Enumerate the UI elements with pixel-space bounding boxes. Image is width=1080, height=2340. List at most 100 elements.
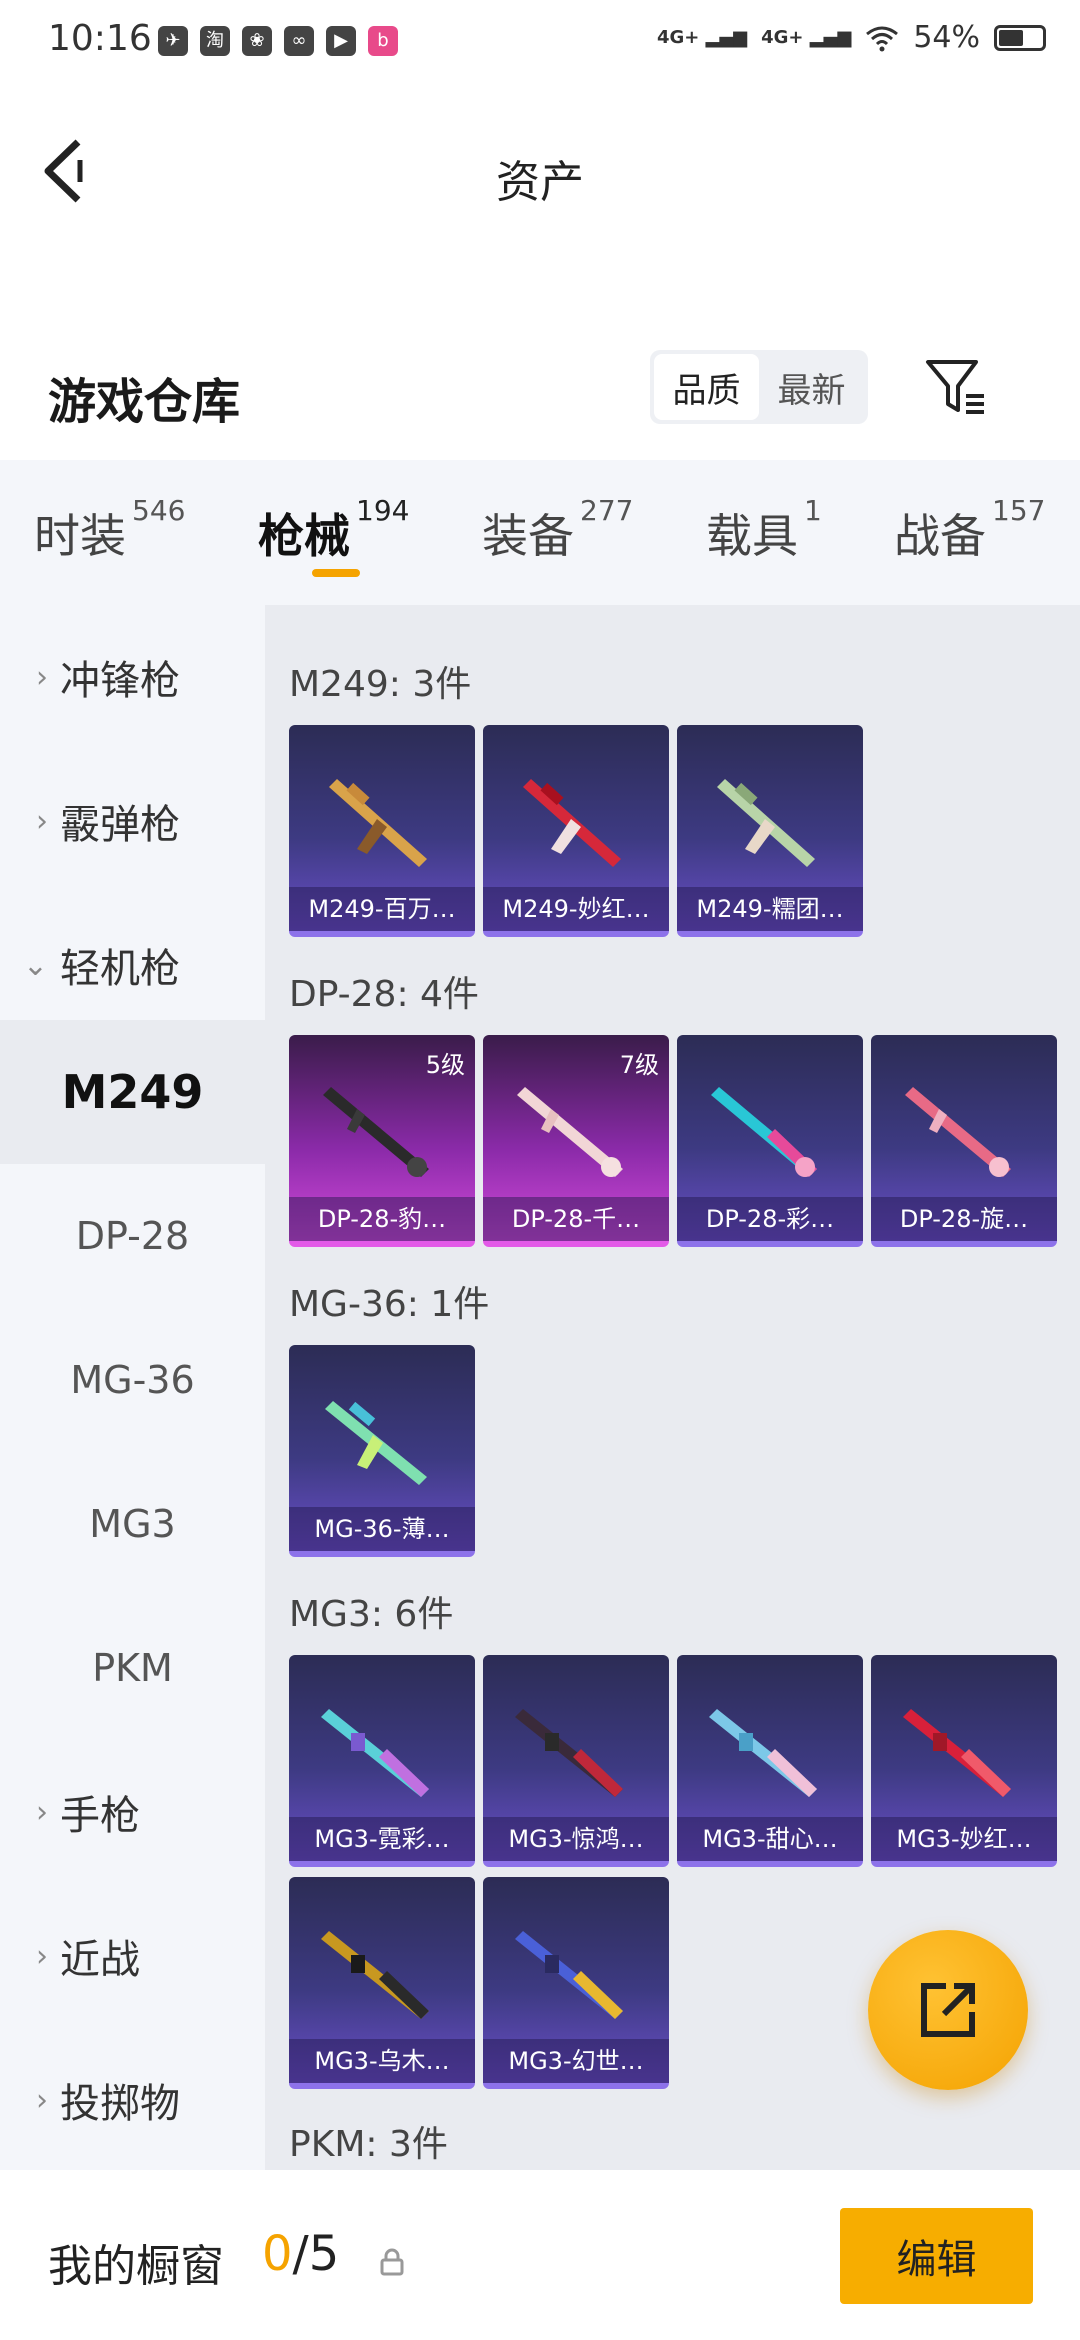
gun-skin-image	[711, 1087, 817, 1177]
item-card[interactable]: 5级 DP-28-豹…	[289, 1035, 475, 1247]
gun-skin-image	[517, 1087, 623, 1177]
signal-icon-2: 4G+ ▂▄▆	[761, 26, 852, 48]
item-name: M249-糯团…	[677, 887, 863, 931]
item-name: M249-百万…	[289, 887, 475, 931]
item-card[interactable]: DP-28-旋…	[871, 1035, 1057, 1247]
tab-equipment[interactable]: 装备 277	[482, 494, 633, 566]
item-card[interactable]: M249-糯团…	[677, 725, 863, 937]
status-app-icons: ✈ 淘 ❀ ∞ ▶ b	[158, 26, 398, 56]
gun-skin-image	[329, 779, 427, 867]
tab-count: 194	[356, 494, 410, 527]
gun-skin-image	[523, 779, 621, 867]
tab-count: 1	[804, 494, 822, 527]
bird-app-icon: ✈	[158, 26, 188, 56]
active-tab-indicator	[312, 569, 360, 577]
sidebar-item-label: 近战	[60, 1937, 140, 1983]
share-fab-button[interactable]	[868, 1930, 1028, 2090]
uc-icon: ❀	[242, 26, 272, 56]
lock-icon	[380, 2248, 404, 2276]
item-name: DP-28-豹…	[289, 1197, 475, 1241]
item-card[interactable]: DP-28-彩…	[677, 1035, 863, 1247]
sidebar-item-melee[interactable]: › 近战	[0, 1884, 265, 2028]
signal-icon: 4G+ ▂▄▆	[656, 26, 748, 48]
item-card[interactable]: M249-百万…	[289, 725, 475, 937]
item-name: MG3-幻世…	[483, 2039, 669, 2083]
sidebar-item-shotgun[interactable]: › 霰弹枪	[0, 749, 265, 893]
tab-guns[interactable]: 枪械 194	[258, 494, 409, 566]
sidebar-item-label: 投掷物	[60, 2081, 180, 2127]
chevron-right-icon: ›	[36, 2082, 48, 2118]
item-card[interactable]: M249-妙红…	[483, 725, 669, 937]
item-name: M249-妙红…	[483, 887, 669, 931]
item-card[interactable]: MG3-霓彩…	[289, 1655, 475, 1867]
sort-quality-button[interactable]: 品质	[654, 354, 759, 420]
video-icon: ▶	[326, 26, 356, 56]
nav-header: 资产	[0, 86, 1080, 256]
item-card[interactable]: MG3-甜心…	[677, 1655, 863, 1867]
battery-icon	[994, 24, 1046, 51]
sidebar-sub-dp28[interactable]: DP-28	[0, 1164, 265, 1308]
sidebar-sub-mg36[interactable]: MG-36	[0, 1308, 265, 1452]
item-card[interactable]: MG-36-薄…	[289, 1345, 475, 1557]
sidebar-item-label: 手枪	[60, 1793, 140, 1839]
item-name: MG3-霓彩…	[289, 1817, 475, 1861]
tab-label: 时装	[34, 509, 126, 563]
tab-label: 装备	[482, 509, 574, 563]
item-card[interactable]: 7级 DP-28-千…	[483, 1035, 669, 1247]
item-card[interactable]: MG3-妙红…	[871, 1655, 1057, 1867]
filter-icon[interactable]	[924, 356, 988, 420]
status-time: 10:16	[48, 18, 152, 59]
item-name: MG3-乌木…	[289, 2039, 475, 2083]
sort-newest-button[interactable]: 最新	[759, 354, 864, 420]
edit-button[interactable]: 编辑	[840, 2208, 1033, 2304]
tab-fashion[interactable]: 时装 546	[34, 494, 185, 566]
item-name: DP-28-彩…	[677, 1197, 863, 1241]
chevron-down-icon: ⌄	[22, 947, 48, 983]
gun-skin-image	[903, 1709, 1011, 1797]
gun-skin-image	[717, 779, 815, 867]
gun-skin-image	[515, 1709, 623, 1797]
sort-toggle: 品质 最新	[650, 350, 868, 424]
sidebar-item-pistol[interactable]: › 手枪	[0, 1740, 265, 1884]
showcase-count: 0/5	[262, 2226, 339, 2282]
gun-skin-image	[321, 1931, 429, 2019]
sidebar-sub-mg3[interactable]: MG3	[0, 1452, 265, 1596]
sidebar-item-throwables[interactable]: › 投掷物	[0, 2028, 265, 2172]
item-card[interactable]: MG3-惊鸿…	[483, 1655, 669, 1867]
chevron-right-icon: ›	[36, 803, 48, 839]
page-title: 资产	[496, 157, 584, 208]
tab-vehicles[interactable]: 载具 1	[706, 494, 822, 566]
item-name: MG3-甜心…	[677, 1817, 863, 1861]
group-title: DP-28: 4件	[289, 974, 479, 1015]
sidebar-item-label: 轻机枪	[60, 946, 180, 992]
showcase-label: 我的橱窗	[48, 2241, 224, 2292]
chevron-right-icon: ›	[36, 1938, 48, 1974]
chevron-right-icon: ›	[36, 1794, 48, 1830]
tab-gear[interactable]: 战备 157	[894, 494, 1045, 566]
item-name: MG-36-薄…	[289, 1507, 475, 1551]
tab-count: 546	[132, 494, 186, 527]
showcase-used: 0	[262, 2226, 293, 2282]
item-card[interactable]: MG3-乌木…	[289, 1877, 475, 2089]
category-sidebar: › 冲锋枪 › 霰弹枪 ⌄ 轻机枪 M249 DP-28 MG-36 MG3 PKM …	[0, 605, 265, 2170]
sidebar-item-smg[interactable]: › 冲锋枪	[0, 605, 265, 749]
sidebar-item-lmg[interactable]: ⌄ 轻机枪	[0, 893, 265, 1037]
sidebar-item-label: 冲锋枪	[60, 658, 180, 704]
bilibili-icon: b	[368, 26, 398, 56]
link-icon: ∞	[284, 26, 314, 56]
tab-count: 157	[992, 494, 1046, 527]
chevron-right-icon: ›	[36, 659, 48, 695]
taobao-icon: 淘	[200, 26, 230, 56]
wifi-icon	[866, 26, 899, 51]
group-title: MG3: 6件	[289, 1594, 454, 1635]
sidebar-sub-pkm[interactable]: PKM	[0, 1596, 265, 1740]
sidebar-sub-m249[interactable]: M249	[0, 1020, 265, 1164]
warehouse-title: 游戏仓库	[48, 374, 241, 430]
gun-skin-image	[325, 1401, 427, 1485]
item-name: DP-28-千…	[483, 1197, 669, 1241]
group-title: M249: 3件	[289, 664, 472, 705]
tab-label: 载具	[706, 509, 798, 563]
battery-percent: 54%	[913, 20, 980, 55]
group-title: PKM: 3件	[289, 2124, 448, 2165]
item-card[interactable]: MG3-幻世…	[483, 1877, 669, 2089]
